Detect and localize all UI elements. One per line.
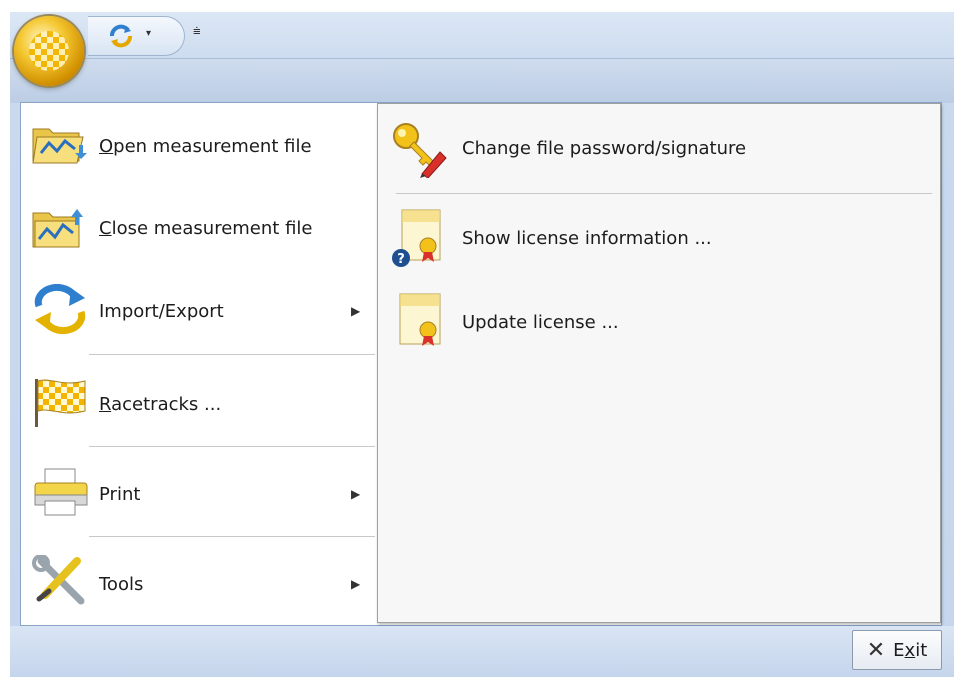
printer-icon — [31, 465, 91, 524]
close-folder-chart-icon — [31, 201, 91, 256]
license-icon — [390, 292, 450, 357]
menu-item-print[interactable]: Print ▶ — [21, 468, 377, 520]
menu-item-tools[interactable]: Tools ▶ — [21, 553, 377, 610]
application-menu: Open measurement file Close measurement … — [20, 102, 942, 626]
menu-item-label: Change file password/signature — [462, 138, 747, 159]
tools-icon — [31, 553, 91, 614]
key-pen-icon — [390, 122, 450, 183]
mnemonic-c: C — [99, 217, 112, 239]
menu-item-label: Import/Export — [99, 300, 224, 322]
menu-footer — [10, 626, 954, 677]
menu-separator — [89, 354, 375, 355]
menu-item-import-export[interactable]: Import/Export ▶ — [21, 283, 377, 339]
menu-item-label: Update license ... — [462, 312, 619, 333]
customize-toolbar-icon[interactable]: ⩧ — [193, 24, 201, 39]
menu-item-update-license[interactable]: Update license ... — [378, 292, 938, 352]
ribbon-strip — [10, 58, 954, 103]
refresh-icon[interactable] — [108, 24, 134, 48]
mnemonic-x: x — [904, 639, 916, 661]
menu-item-label: acetracks ... — [111, 393, 222, 415]
quick-access-toolbar — [88, 16, 185, 56]
menu-item-racetracks[interactable]: Racetracks ... — [21, 378, 377, 430]
menu-item-label: Print — [99, 483, 141, 505]
menu-separator — [89, 536, 375, 537]
menu-item-label: Tools — [99, 573, 144, 595]
submenu-arrow-icon: ▶ — [351, 577, 361, 591]
import-export-icon — [31, 283, 91, 339]
exit-label: Exit — [893, 639, 928, 661]
menu-separator — [396, 193, 932, 194]
menu-item-show-license-information[interactable]: ? Show license information ... — [378, 208, 938, 268]
menu-item-change-file-password[interactable]: Change file password/signature — [378, 122, 938, 179]
application-menu-button[interactable] — [14, 16, 84, 86]
menu-item-label: Show license information ... — [462, 228, 712, 249]
close-icon: ✕ — [866, 637, 886, 663]
menu-separator — [89, 446, 375, 447]
mnemonic-r: R — [99, 393, 112, 415]
open-folder-chart-icon — [31, 119, 91, 174]
mnemonic-o: O — [99, 135, 114, 157]
exit-button[interactable]: ✕ Exit — [852, 630, 942, 670]
checkered-logo-icon — [29, 31, 69, 71]
checkered-flag-icon — [31, 375, 91, 434]
menu-right-column: Change file password/signature ? Show li… — [377, 103, 941, 623]
menu-item-close-measurement-file[interactable]: Close measurement file — [21, 203, 377, 253]
menu-left-column: Open measurement file Close measurement … — [21, 103, 377, 625]
license-info-icon: ? — [390, 208, 450, 273]
submenu-arrow-icon: ▶ — [351, 487, 361, 501]
menu-item-open-measurement-file[interactable]: Open measurement file — [21, 121, 377, 171]
menu-item-label: pen measurement file — [113, 135, 312, 157]
refresh-dropdown-icon[interactable]: ▾ — [146, 28, 151, 39]
submenu-arrow-icon: ▶ — [351, 304, 361, 318]
svg-text:?: ? — [397, 252, 405, 267]
menu-item-label: lose measurement file — [111, 217, 313, 239]
